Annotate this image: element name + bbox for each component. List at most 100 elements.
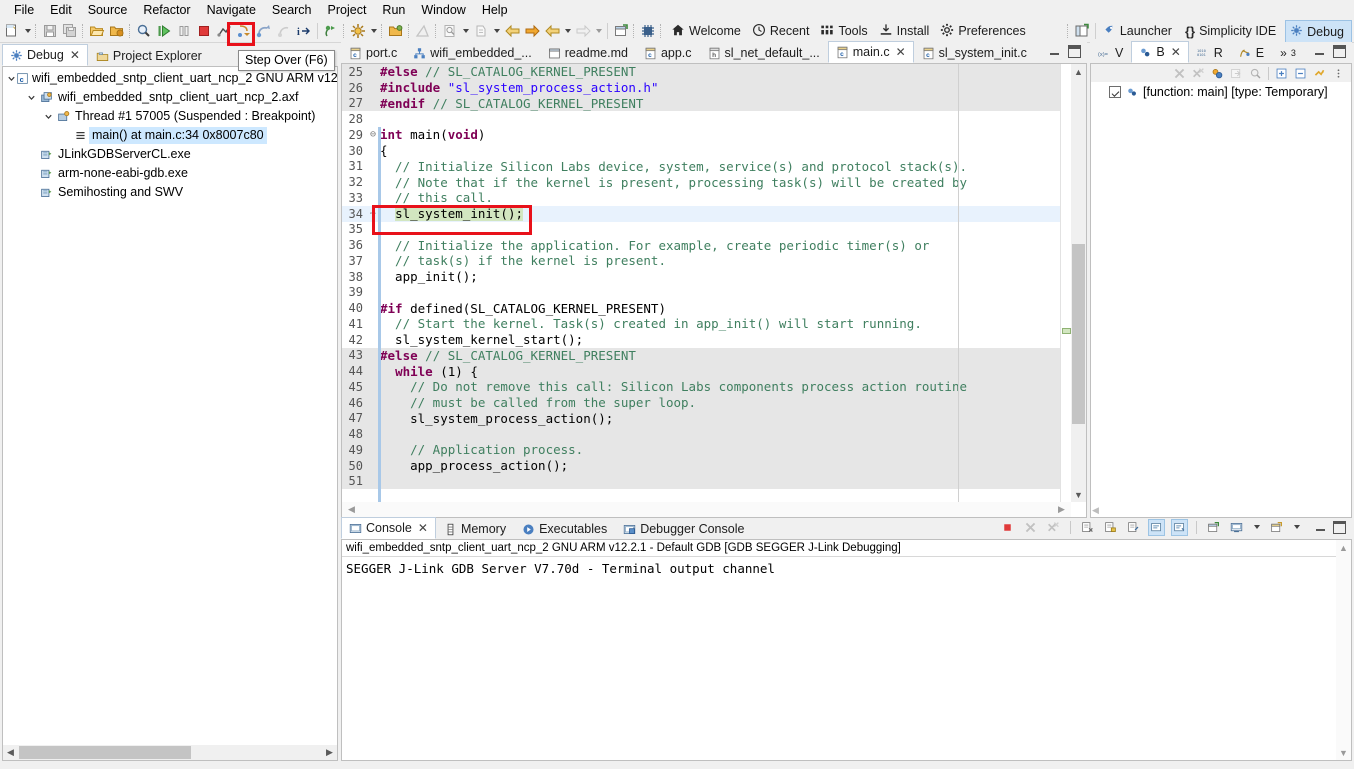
view-menu-icon[interactable] — [1330, 65, 1347, 82]
console-terminate-icon[interactable] — [999, 519, 1016, 536]
breakpoints-list[interactable]: [function: main] [type: Temporary] — [1091, 82, 1351, 101]
code-line[interactable]: 36 // Initialize the application. For ex… — [342, 237, 1086, 253]
forward-icon[interactable] — [522, 21, 542, 41]
menu-item-file[interactable]: File — [6, 0, 42, 20]
editor-vscrollbar[interactable]: ▲ ▼ — [1071, 64, 1086, 502]
next-annotation-icon[interactable] — [471, 21, 491, 41]
code-line[interactable]: 31 // Initialize Silicon Labs device, sy… — [342, 159, 1086, 175]
pin-console-icon[interactable] — [1125, 519, 1142, 536]
code-line[interactable]: 35 — [342, 222, 1086, 238]
close-icon[interactable]: ✕ — [896, 45, 906, 59]
console-tab-memory[interactable]: Memory — [435, 518, 515, 539]
editor-tab-sl-system-init-c[interactable]: c sl_system_init.c — [913, 42, 1035, 63]
console-maximize-button[interactable] — [1333, 520, 1346, 534]
editor-tab-readme-md[interactable]: readme.md — [539, 42, 636, 63]
console-vscroll-up-arrow[interactable]: ▲ — [1336, 540, 1351, 555]
display-console-dropdown-icon[interactable] — [1251, 517, 1262, 537]
remove-all-breakpoints-icon[interactable] — [1190, 65, 1207, 82]
clear-console-icon[interactable] — [1079, 519, 1096, 536]
menu-item-help[interactable]: Help — [474, 0, 516, 20]
perspective-simplicity-ide[interactable]: {} Simplicity IDE — [1181, 21, 1285, 41]
editor-overview-ruler[interactable] — [1060, 64, 1071, 502]
debug-inspect-icon[interactable] — [134, 21, 154, 41]
editor-minimize-button[interactable] — [1048, 45, 1061, 58]
code-line[interactable]: 33 // this call. — [342, 190, 1086, 206]
goto-file-icon[interactable] — [1228, 65, 1245, 82]
code-line[interactable]: 44 while (1) { — [342, 363, 1086, 379]
step-into-icon[interactable] — [234, 21, 254, 41]
console-remove-icon[interactable] — [1022, 519, 1039, 536]
back-history-dropdown-icon[interactable] — [562, 21, 573, 41]
tab-r[interactable]: 1010 0101 R — [1188, 42, 1231, 63]
menu-item-window[interactable]: Window — [413, 0, 473, 20]
code-line[interactable]: 50 app_process_action(); — [342, 457, 1086, 474]
next-annotation-dropdown-icon[interactable] — [491, 21, 502, 41]
search-ref-dropdown-icon[interactable] — [460, 21, 471, 41]
hscroll-left-arrow[interactable]: ◀ — [3, 745, 18, 760]
code-line[interactable]: 49 // Application process. — [342, 442, 1086, 458]
terminate-icon[interactable] — [194, 21, 214, 41]
tab-e[interactable]: E — [1230, 42, 1273, 63]
tab-overflow-indicator[interactable]: » 3 — [1272, 42, 1304, 63]
collapse-all-icon[interactable] — [1292, 65, 1309, 82]
console-minimize-button[interactable] — [1314, 521, 1327, 534]
editor-tab-wifi-embedded[interactable]: wifi_embedded_... — [405, 42, 540, 63]
debug-stack-tree[interactable]: c wifi_embedded_sntp_client_uart_ncp_2 GN… — [3, 67, 337, 202]
perspective-debug[interactable]: Debug — [1285, 20, 1352, 42]
tab-v[interactable]: (x)= V — [1090, 42, 1132, 63]
tab-b[interactable]: B ✕ — [1131, 41, 1189, 63]
debug-tree-row[interactable]: Semihosting and SWV — [3, 183, 337, 202]
debug-tree-row[interactable]: c wifi_embedded_sntp_client_uart_ncp_2 GN… — [3, 69, 337, 88]
execution-pointer-icon[interactable]: ⇨ — [368, 208, 378, 219]
suspend-icon[interactable] — [174, 21, 194, 41]
open-console-menu-icon[interactable] — [1268, 519, 1285, 536]
tab-project-explorer[interactable]: Project Explorer — [87, 45, 210, 66]
code-line[interactable]: 45 // Do not remove this call: Silicon L… — [342, 379, 1086, 395]
editor-hscrollbar[interactable]: ◀ ▶ — [342, 502, 1071, 517]
menu-item-source[interactable]: Source — [80, 0, 136, 20]
debug-tree-row[interactable]: wifi_embedded_sntp_client_uart_ncp_2.axf — [3, 88, 337, 107]
console-vscroll-down-arrow[interactable]: ▼ — [1336, 745, 1351, 760]
debug-view-hscrollbar[interactable]: ◀ ▶ — [3, 745, 337, 760]
disconnect-icon[interactable] — [214, 21, 234, 41]
hscroll-thumb[interactable] — [19, 746, 191, 759]
install-button[interactable]: Install — [875, 21, 937, 41]
debug-tree-row[interactable]: Thread #1 57005 (Suspended : Breakpoint) — [3, 107, 337, 126]
preferences-button[interactable]: Preferences — [936, 21, 1032, 41]
skip-breakpoints-icon[interactable] — [1247, 65, 1264, 82]
tab-debug[interactable]: Debug ✕ — [2, 44, 88, 66]
close-icon[interactable]: ✕ — [418, 521, 428, 535]
close-icon[interactable]: ✕ — [70, 48, 80, 62]
breakpoints-hscroll-left-arrow[interactable]: ◀ — [1092, 505, 1099, 516]
code-line[interactable]: 27 #endif // SL_CATALOG_KERNEL_PRESENT — [342, 95, 1086, 112]
save-icon[interactable] — [40, 21, 60, 41]
code-line[interactable]: 37 // task(s) if the kernel is present. — [342, 253, 1086, 269]
fold-icon[interactable]: ⊖ — [368, 129, 378, 140]
code-line[interactable]: 30 { — [342, 143, 1086, 159]
code-text[interactable]: 25 #else // SL_CATALOG_KERNEL_PRESENT 26 #i… — [342, 64, 1086, 517]
step-over-icon[interactable] — [254, 21, 274, 41]
build-gear-icon[interactable] — [348, 21, 368, 41]
new-console-view-icon[interactable] — [1205, 519, 1222, 536]
vscroll-up-arrow[interactable]: ▲ — [1071, 64, 1086, 79]
editor-tab-sl-net-default[interactable]: h sl_net_default_... — [699, 42, 828, 63]
debug-run-icon[interactable] — [321, 21, 341, 41]
console-tab-console[interactable]: Console ✕ — [341, 517, 436, 539]
console-tab-debugger-console[interactable]: Debugger Console — [615, 518, 753, 539]
debug-tree-row[interactable]: JLinkGDBServerCL.exe — [3, 145, 337, 164]
breakpoint-row[interactable]: [function: main] [type: Temporary] — [1091, 82, 1351, 101]
search-ref-icon[interactable] — [440, 21, 460, 41]
tools-button[interactable]: Tools — [816, 21, 874, 41]
code-line[interactable]: 26 #include "sl_system_process_action.h" — [342, 79, 1086, 96]
menu-item-run[interactable]: Run — [374, 0, 413, 20]
menu-item-navigate[interactable]: Navigate — [199, 0, 264, 20]
console-remove-all-icon[interactable] — [1045, 519, 1062, 536]
chevron-down-icon[interactable] — [7, 69, 16, 88]
code-line[interactable]: 43 #else // SL_CATALOG_KERNEL_PRESENT — [342, 347, 1086, 364]
breakpoints-maximize-button[interactable] — [1333, 45, 1346, 58]
code-line[interactable]: 25 #else // SL_CATALOG_KERNEL_PRESENT — [342, 64, 1086, 80]
code-line[interactable]: 41 // Start the kernel. Task(s) created … — [342, 316, 1086, 332]
breakpoints-minimize-button[interactable] — [1313, 45, 1326, 58]
code-line[interactable]: 28 — [342, 111, 1086, 127]
menu-item-edit[interactable]: Edit — [42, 0, 80, 20]
